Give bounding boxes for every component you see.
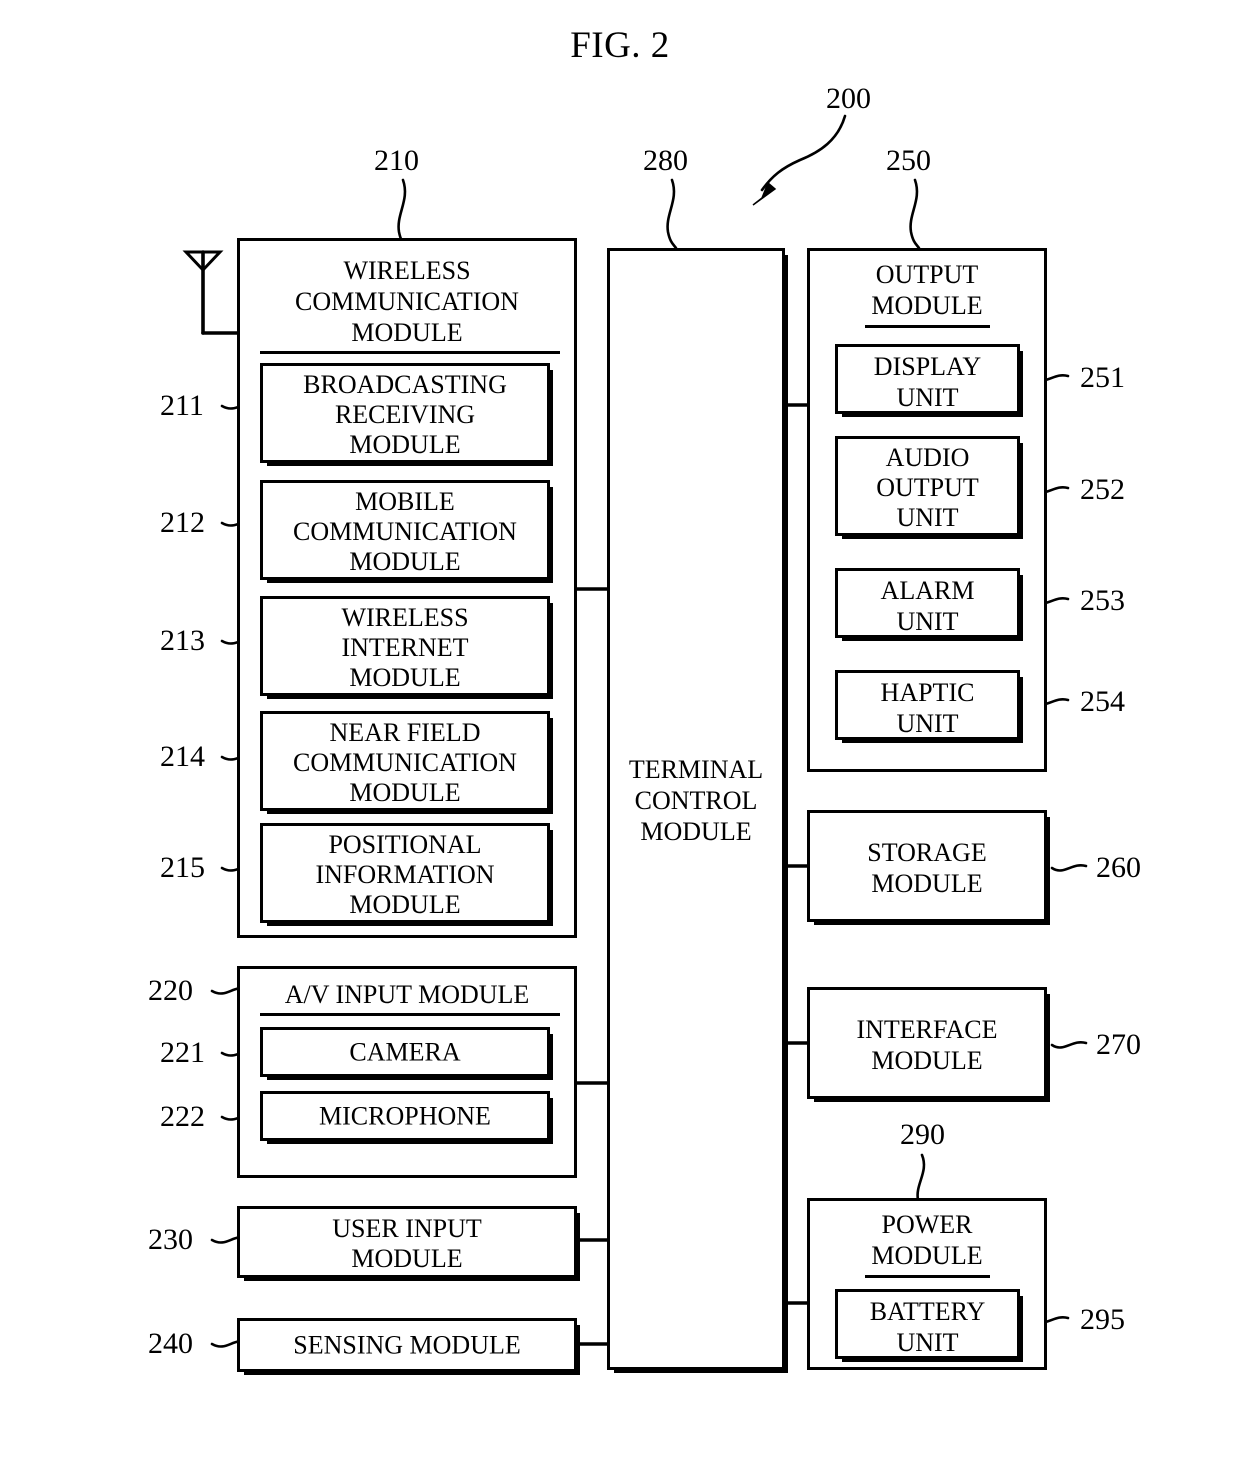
battery-unit-line2: UNIT [896, 1328, 959, 1357]
sensing-module[interactable]: SENSING MODULE [237, 1318, 577, 1372]
ref-254: 254 [1080, 685, 1125, 718]
wireless-internet-module-line2: INTERNET [341, 633, 469, 662]
wireless-module-title-line1: WIRELESS [343, 256, 471, 285]
ref-240: 240 [148, 1327, 193, 1360]
camera-label: CAMERA [349, 1037, 461, 1067]
ref-210: 210 [374, 144, 419, 177]
interface-module[interactable]: INTERFACE MODULE [807, 987, 1047, 1099]
broadcasting-receiving-module-line1: BROADCASTING [303, 370, 507, 399]
mobile-communication-module-line2: COMMUNICATION [293, 517, 517, 546]
ref-212: 212 [160, 506, 205, 539]
terminal-control-module-line2: CONTROL [634, 786, 758, 815]
display-unit[interactable]: DISPLAY UNIT [835, 344, 1020, 414]
ref-250: 250 [886, 144, 931, 177]
wireless-internet-module[interactable]: WIRELESS INTERNET MODULE [260, 596, 550, 696]
battery-unit[interactable]: BATTERY UNIT [835, 1289, 1020, 1359]
wireless-communication-module[interactable]: WIRELESS COMMUNICATION MODULE BROADCASTI… [237, 238, 577, 938]
microphone-module[interactable]: MICROPHONE [260, 1091, 550, 1141]
haptic-unit-line2: UNIT [896, 709, 959, 738]
wireless-module-title-rule [260, 351, 560, 354]
output-module-title-line1: OUTPUT [875, 260, 979, 289]
ref-290: 290 [900, 1118, 945, 1151]
output-module-title-rule [865, 325, 990, 328]
broadcasting-receiving-module[interactable]: BROADCASTING RECEIVING MODULE [260, 363, 550, 463]
ref-253: 253 [1080, 584, 1125, 617]
mobile-communication-module[interactable]: MOBILE COMMUNICATION MODULE [260, 480, 550, 580]
terminal-control-module-line3: MODULE [640, 817, 752, 846]
positional-information-module-line2: INFORMATION [315, 860, 495, 889]
ref-211: 211 [160, 389, 204, 422]
display-unit-line1: DISPLAY [873, 352, 982, 381]
terminal-control-module-line1: TERMINAL [628, 755, 764, 784]
user-input-module[interactable]: USER INPUT MODULE [237, 1206, 577, 1278]
antenna-icon [182, 250, 239, 335]
storage-module-line1: STORAGE [867, 838, 987, 867]
ref-260: 260 [1096, 851, 1141, 884]
ref-252: 252 [1080, 473, 1125, 506]
ref-295: 295 [1080, 1303, 1125, 1336]
mobile-communication-module-line3: MODULE [349, 547, 461, 576]
near-field-communication-module[interactable]: NEAR FIELD COMMUNICATION MODULE [260, 711, 550, 811]
alarm-unit-line1: ALARM [880, 576, 975, 605]
av-input-module-title-rule [260, 1013, 560, 1016]
ref-280: 280 [643, 144, 688, 177]
ref-230: 230 [148, 1223, 193, 1256]
power-module-title-rule [865, 1275, 990, 1278]
broadcasting-receiving-module-line3: MODULE [349, 430, 461, 459]
audio-output-unit-line3: UNIT [896, 503, 959, 532]
ref-213: 213 [160, 624, 205, 657]
ref-214: 214 [160, 740, 205, 773]
audio-output-unit-line2: OUTPUT [876, 473, 979, 502]
microphone-label: MICROPHONE [319, 1101, 491, 1131]
positional-information-module-line1: POSITIONAL [328, 830, 482, 859]
terminal-control-module[interactable]: TERMINAL CONTROL MODULE [607, 248, 785, 1370]
ref-221: 221 [160, 1036, 205, 1069]
camera-module[interactable]: CAMERA [260, 1027, 550, 1077]
interface-module-line2: MODULE [871, 1046, 983, 1075]
positional-information-module[interactable]: POSITIONAL INFORMATION MODULE [260, 823, 550, 923]
mobile-communication-module-line1: MOBILE [355, 487, 455, 516]
power-module[interactable]: POWER MODULE BATTERY UNIT [807, 1198, 1047, 1370]
ref-220: 220 [148, 974, 193, 1007]
audio-output-unit[interactable]: AUDIO OUTPUT UNIT [835, 436, 1020, 536]
output-module[interactable]: OUTPUT MODULE DISPLAY UNIT AUDIO OUTPUT … [807, 248, 1047, 772]
battery-unit-line1: BATTERY [869, 1297, 986, 1326]
av-input-module[interactable]: A/V INPUT MODULE CAMERA MICROPHONE [237, 966, 577, 1178]
wireless-internet-module-line3: MODULE [349, 663, 461, 692]
ref-200: 200 [826, 82, 871, 115]
storage-module[interactable]: STORAGE MODULE [807, 810, 1047, 922]
near-field-communication-module-line3: MODULE [349, 778, 461, 807]
haptic-unit-line1: HAPTIC [880, 678, 975, 707]
user-input-module-line2: MODULE [351, 1244, 463, 1273]
audio-output-unit-line1: AUDIO [885, 443, 970, 472]
user-input-module-line1: USER INPUT [332, 1214, 482, 1243]
power-module-title-line1: POWER [881, 1210, 973, 1239]
wireless-module-title-line2: COMMUNICATION [295, 287, 519, 316]
near-field-communication-module-line2: COMMUNICATION [293, 748, 517, 777]
ref-251: 251 [1080, 361, 1125, 394]
ref-215: 215 [160, 851, 205, 884]
storage-module-line2: MODULE [871, 869, 983, 898]
av-input-module-title: A/V INPUT MODULE [284, 980, 530, 1009]
wireless-internet-module-line1: WIRELESS [341, 603, 469, 632]
power-module-title-line2: MODULE [871, 1241, 983, 1270]
broadcasting-receiving-module-line2: RECEIVING [334, 400, 476, 429]
ref-222: 222 [160, 1100, 205, 1133]
near-field-communication-module-line1: NEAR FIELD [329, 718, 481, 747]
haptic-unit[interactable]: HAPTIC UNIT [835, 670, 1020, 740]
interface-module-line1: INTERFACE [856, 1015, 998, 1044]
alarm-unit-line2: UNIT [896, 607, 959, 636]
output-module-title-line2: MODULE [871, 291, 983, 320]
display-unit-line2: UNIT [896, 383, 959, 412]
patent-figure-2: FIG. 2 210 280 250 200 211 212 213 214 2… [0, 0, 1240, 1463]
alarm-unit[interactable]: ALARM UNIT [835, 568, 1020, 638]
wireless-module-title-line3: MODULE [351, 318, 463, 347]
positional-information-module-line3: MODULE [349, 890, 461, 919]
sensing-module-label: SENSING MODULE [293, 1330, 521, 1360]
ref-270: 270 [1096, 1028, 1141, 1061]
